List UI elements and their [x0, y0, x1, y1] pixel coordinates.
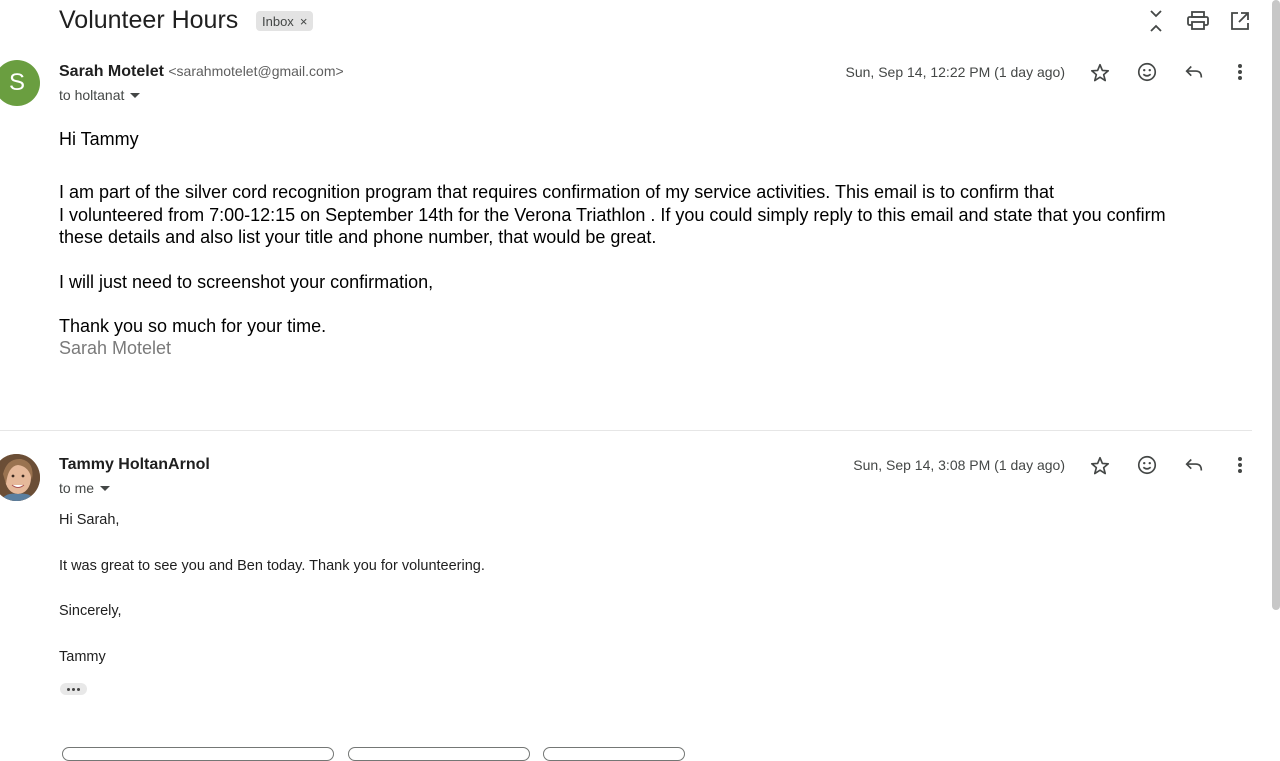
- scrollbar[interactable]: [1272, 0, 1280, 610]
- print-icon[interactable]: [1184, 7, 1212, 35]
- recipient-dropdown[interactable]: to me: [59, 480, 111, 496]
- open-in-new-window-icon[interactable]: [1226, 7, 1254, 35]
- sender-email: <sarahmotelet@gmail.com>: [168, 63, 344, 79]
- paragraph-line: I volunteered from 7:00-12:15 on Septemb…: [59, 204, 1166, 225]
- show-trimmed-content-icon[interactable]: [60, 683, 87, 695]
- sender-name[interactable]: Tammy HoltanArnol: [59, 456, 210, 474]
- message-paragraph: I am part of the silver cord recognition…: [59, 181, 1166, 249]
- avatar[interactable]: [0, 454, 40, 501]
- star-icon[interactable]: [1087, 60, 1113, 86]
- recipient-text: to me: [59, 480, 95, 496]
- avatar-letter: S: [8, 69, 25, 96]
- sender-name[interactable]: Sarah Motelet: [59, 63, 164, 80]
- remove-label-icon[interactable]: ×: [300, 14, 308, 29]
- message-paragraph: It was great to see you and Ben today. T…: [59, 558, 485, 574]
- emoji-reaction-icon[interactable]: [1134, 59, 1160, 85]
- message-signoff: Tammy: [59, 649, 106, 665]
- paragraph-line: I am part of the silver cord recognition…: [59, 182, 1055, 202]
- reply-icon[interactable]: [1181, 452, 1207, 478]
- more-vert-icon[interactable]: [1227, 59, 1253, 85]
- emoji-reaction-icon[interactable]: [1134, 452, 1160, 478]
- reply-button[interactable]: [62, 747, 334, 761]
- forward-button[interactable]: [543, 747, 685, 761]
- star-icon[interactable]: [1087, 453, 1113, 479]
- sender-line: Sarah Motelet <sarahmotelet@gmail.com>: [59, 63, 344, 81]
- inbox-label-chip[interactable]: Inbox ×: [256, 11, 314, 31]
- inbox-label-text: Inbox: [262, 13, 294, 29]
- reply-icon[interactable]: [1181, 59, 1207, 85]
- collapse-all-icon[interactable]: [1142, 7, 1170, 35]
- message-closing: Sincerely,: [59, 603, 122, 619]
- message-greeting: Hi Tammy: [59, 129, 139, 149]
- more-vert-icon[interactable]: [1227, 452, 1253, 478]
- message-greeting: Hi Sarah,: [59, 512, 120, 528]
- avatar[interactable]: S: [0, 60, 40, 106]
- message-paragraph: I will just need to screenshot your conf…: [59, 272, 434, 292]
- email-subject: Volunteer Hours: [59, 6, 239, 34]
- chevron-down-icon: [100, 485, 111, 491]
- recipient-dropdown[interactable]: to holtanat: [59, 87, 141, 103]
- message-date: Sun, Sep 14, 12:22 PM (1 day ago): [845, 64, 1065, 80]
- message-divider: [0, 430, 1252, 431]
- reply-all-button[interactable]: [348, 747, 530, 761]
- message-closing: Thank you so much for your time.: [59, 316, 327, 336]
- email-signature: Sarah Motelet: [59, 338, 172, 358]
- recipient-text: to holtanat: [59, 87, 125, 103]
- paragraph-line: these details and also list your title a…: [59, 227, 657, 247]
- message-date: Sun, Sep 14, 3:08 PM (1 day ago): [853, 457, 1065, 473]
- chevron-down-icon: [130, 92, 141, 98]
